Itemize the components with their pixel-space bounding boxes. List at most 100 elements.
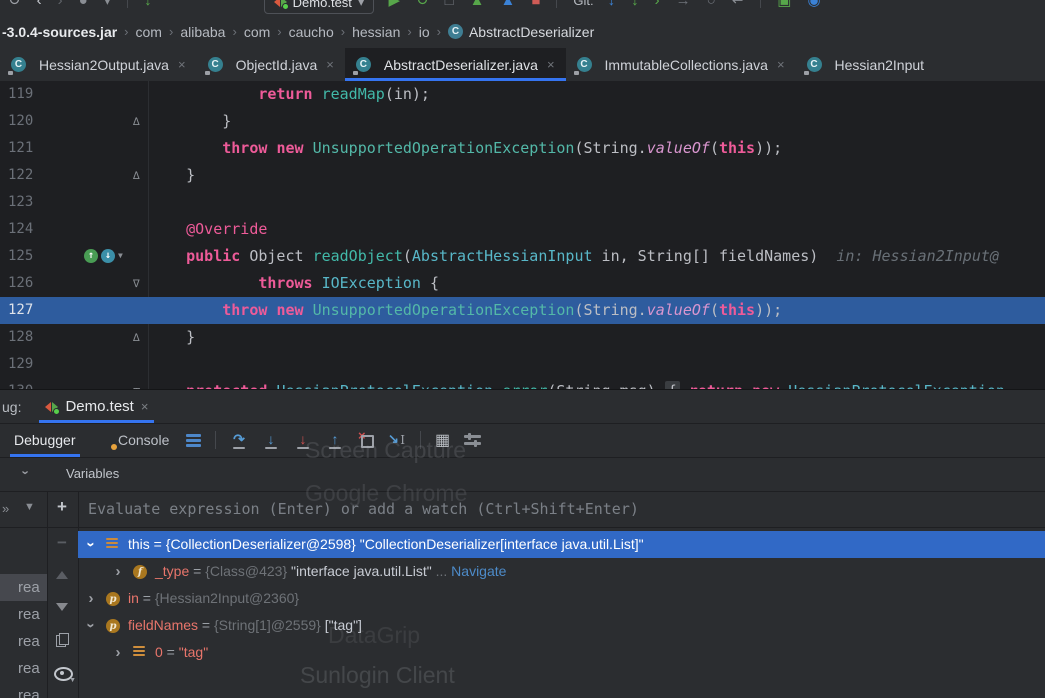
- frames-collapsed-strip[interactable]: reareareareareades: [0, 491, 48, 698]
- run-to-cursor-icon[interactable]: ↘ I: [388, 431, 406, 448]
- breadcrumb-item[interactable]: io: [419, 24, 430, 40]
- add-watch-icon[interactable]: +: [54, 497, 70, 517]
- nav-forward-icon[interactable]: ›: [58, 0, 63, 9]
- nav-back-icon[interactable]: ‹: [37, 0, 42, 9]
- tree-expander-icon[interactable]: ›: [113, 558, 123, 585]
- sync-icon[interactable]: ↻: [8, 0, 21, 9]
- code-line[interactable]: 121 throw new UnsupportedOperationExcept…: [0, 135, 1045, 162]
- proxy-icon[interactable]: ◉: [807, 0, 820, 9]
- variable-row[interactable]: › 0 = "tag": [78, 639, 1045, 666]
- tree-expander-icon[interactable]: ›: [78, 540, 105, 550]
- git-branch-widget[interactable]: Git:: [573, 0, 593, 8]
- code-line[interactable]: 123: [0, 189, 1045, 216]
- frame-list-item[interactable]: rea: [0, 628, 47, 655]
- tab-debugger[interactable]: Debugger: [10, 423, 79, 457]
- evaluate-expression-input[interactable]: Evaluate expression (Enter) or add a wat…: [88, 491, 639, 527]
- breadcrumb-item[interactable]: com: [136, 24, 162, 40]
- execution-line[interactable]: 127 throw new UnsupportedOperationExcept…: [0, 297, 1045, 324]
- close-icon[interactable]: ×: [777, 57, 785, 72]
- step-into-icon[interactable]: ↓: [262, 432, 280, 449]
- code-editor[interactable]: 119 return readMap(in); 120 ∆ } 121 throw n…: [0, 81, 1045, 389]
- tree-expander-icon[interactable]: ›: [78, 621, 105, 631]
- fold-marker-icon[interactable]: ∇: [133, 270, 140, 297]
- variable-row[interactable]: › f _type = {Class@423} "interface java.ut…: [78, 558, 1045, 585]
- drop-frame-icon[interactable]: ×: [358, 428, 374, 448]
- breadcrumb-item[interactable]: -3.0.4-sources.jar: [2, 24, 117, 40]
- code-line[interactable]: 124 @Override: [0, 216, 1045, 243]
- move-watch-down-icon[interactable]: [54, 603, 70, 611]
- variable-row[interactable]: › p in = {Hessian2Input@2360}: [78, 585, 1045, 612]
- close-icon[interactable]: ×: [178, 57, 186, 72]
- variable-row[interactable]: › p fieldNames = {String[1]@2559} ["tag"]: [78, 612, 1045, 639]
- threads-view-icon[interactable]: [186, 432, 201, 449]
- variables-tree[interactable]: › this = {CollectionDeserializer@2598} "C…: [78, 527, 1045, 698]
- breadcrumb-item[interactable]: C AbstractDeserializer: [447, 24, 594, 40]
- variable-row[interactable]: › this = {CollectionDeserializer@2598} "C…: [78, 531, 1045, 558]
- code-line[interactable]: 129: [0, 351, 1045, 378]
- toolbar-divider: [760, 0, 762, 8]
- restore-layout-icon[interactable]: [464, 431, 482, 449]
- code-line[interactable]: 120 ∆ }: [0, 108, 1045, 135]
- fold-marker-icon[interactable]: ∆: [133, 108, 140, 135]
- code-line[interactable]: 128 ∆ }: [0, 324, 1045, 351]
- move-watch-up-icon[interactable]: [54, 571, 70, 579]
- hotswap-icon[interactable]: ↓: [144, 0, 152, 9]
- profiler2-icon[interactable]: ▲: [501, 0, 516, 9]
- tab-console[interactable]: Console: [111, 423, 169, 457]
- implemented-method-icon[interactable]: ↓: [101, 249, 115, 263]
- breadcrumb-item[interactable]: com: [244, 24, 270, 40]
- code-line[interactable]: 125 ↑ ↓ ▼ public Object readObject(Abstract…: [0, 243, 1045, 270]
- close-icon[interactable]: ×: [547, 57, 555, 72]
- tree-expander-icon[interactable]: ›: [86, 585, 96, 612]
- git-undo-icon[interactable]: ↩: [732, 0, 745, 9]
- frame-list-item[interactable]: rea: [0, 574, 47, 601]
- git-rollback-icon[interactable]: →: [676, 0, 691, 9]
- git-update-icon[interactable]: ↓: [608, 0, 616, 9]
- user-icon[interactable]: ●: [79, 0, 88, 9]
- remove-watch-icon[interactable]: −: [54, 533, 70, 553]
- editor-tab[interactable]: C ObjectId.java ×: [197, 48, 345, 81]
- folded-block-icon[interactable]: ⊞: [133, 378, 140, 389]
- editor-tab[interactable]: C AbstractDeserializer.java ×: [344, 48, 566, 81]
- duplicate-watch-icon[interactable]: [54, 633, 70, 647]
- run-icon[interactable]: ▶: [388, 0, 400, 9]
- frame-list-item[interactable]: rea: [0, 601, 47, 628]
- breadcrumb-item[interactable]: hessian: [352, 24, 400, 40]
- fold-marker-icon[interactable]: ∆: [133, 324, 140, 351]
- breadcrumb-item[interactable]: caucho: [289, 24, 334, 40]
- stop-icon[interactable]: ■: [531, 0, 540, 9]
- close-icon[interactable]: ×: [326, 57, 334, 72]
- fold-marker-icon[interactable]: ∆: [133, 162, 140, 189]
- debug-session-tab[interactable]: Demo.test ×: [39, 390, 155, 423]
- coverage-icon[interactable]: □: [445, 0, 454, 9]
- editor-tab[interactable]: C Hessian2Output.java ×: [0, 48, 197, 81]
- frame-list-item[interactable]: rea: [0, 655, 47, 682]
- git-history-icon[interactable]: ○: [707, 0, 716, 9]
- chevron-down-icon[interactable]: ›: [19, 470, 34, 474]
- code-line[interactable]: 130 ⊞ protected HessianProtocolException …: [0, 378, 1045, 389]
- show-watches-icon[interactable]: ▼: [54, 667, 76, 684]
- editor-tab[interactable]: C Hessian2Input: [796, 48, 936, 81]
- force-step-into-icon[interactable]: ↓: [294, 432, 312, 449]
- breadcrumb-item[interactable]: alibaba: [180, 24, 225, 40]
- user-dropdown-icon[interactable]: ▾: [104, 0, 112, 9]
- tree-expander-icon[interactable]: ›: [113, 639, 123, 666]
- restart-debug-icon[interactable]: ↻: [416, 0, 429, 9]
- problems-icon[interactable]: ▣: [777, 0, 791, 9]
- editor-tab[interactable]: C ImmutableCollections.java ×: [566, 48, 796, 81]
- variables-tab-label[interactable]: Variables: [66, 457, 119, 491]
- code-token: }: [150, 328, 196, 346]
- git-push-icon[interactable]: ›: [655, 0, 660, 9]
- git-commit-icon[interactable]: ↓: [631, 0, 639, 9]
- step-out-icon[interactable]: ↑: [326, 432, 344, 449]
- overrides-method-icon[interactable]: ↑: [84, 249, 98, 263]
- code-line[interactable]: 122 ∆ }: [0, 162, 1045, 189]
- code-line[interactable]: 126 ∇ throws IOException {: [0, 270, 1045, 297]
- code-line[interactable]: 119 return readMap(in);: [0, 81, 1045, 108]
- profiler-icon[interactable]: ▲: [470, 0, 485, 9]
- close-icon[interactable]: ×: [141, 399, 149, 414]
- step-over-icon[interactable]: ↷: [230, 432, 248, 449]
- frame-list-item[interactable]: rea: [0, 682, 47, 698]
- run-config-select[interactable]: Demo.test ▾: [263, 0, 375, 14]
- evaluate-expression-icon[interactable]: ▦: [435, 430, 450, 450]
